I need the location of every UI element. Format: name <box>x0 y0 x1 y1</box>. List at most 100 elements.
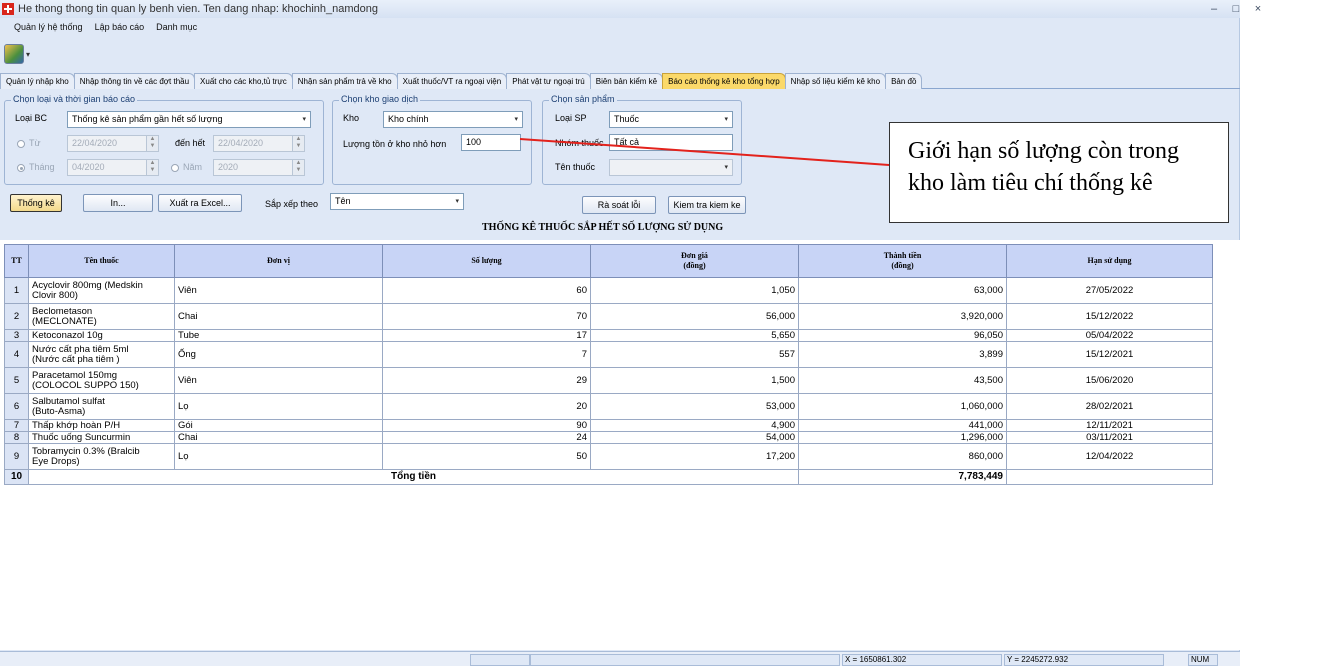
xuat-excel-button[interactable]: Xuất ra Excel... <box>158 194 242 212</box>
thanh-tien-cell[interactable]: 441,000 <box>798 419 1007 432</box>
thanh-tien-cell[interactable]: 43,500 <box>798 367 1007 394</box>
don-vi-cell[interactable]: Chai <box>174 431 383 444</box>
total-row[interactable]: 10 Tổng tiền 7,783,449 <box>4 469 1213 485</box>
spin-icon[interactable]: ▲ ▼ <box>146 160 158 175</box>
han-su-dung-cell[interactable]: 12/04/2022 <box>1006 443 1213 470</box>
ten-thuoc-cell[interactable]: Ketoconazol 10g <box>28 329 175 342</box>
so-luong-cell[interactable]: 90 <box>382 419 591 432</box>
han-su-dung-cell[interactable]: 03/11/2021 <box>1006 431 1213 444</box>
don-vi-cell[interactable]: Gói <box>174 419 383 432</box>
loai-sp-select[interactable]: Thuốc ▾ <box>609 111 733 128</box>
thanh-tien-cell[interactable]: 3,899 <box>798 341 1007 368</box>
thanh-tien-cell[interactable]: 860,000 <box>798 443 1007 470</box>
header-don-gia[interactable]: Đơn giá (đồng) <box>590 244 799 278</box>
so-luong-cell[interactable]: 7 <box>382 341 591 368</box>
tt-cell[interactable]: 2 <box>4 303 29 330</box>
tab-xuat-cho-cac-kho[interactable]: Xuất cho các kho,tủ trực <box>194 73 293 89</box>
radio-nam[interactable] <box>171 164 179 172</box>
tab-quan-ly-nhap-kho[interactable]: Quản lý nhập kho <box>0 73 75 89</box>
ten-thuoc-cell[interactable]: Beclometason (MECLONATE) <box>28 303 175 330</box>
don-gia-cell[interactable]: 1,500 <box>590 367 799 394</box>
radio-thang[interactable] <box>17 164 25 172</box>
don-vi-cell[interactable]: Lọ <box>174 393 383 420</box>
den-het-date-field[interactable]: 22/04/2020 ▲ ▼ <box>213 135 305 152</box>
table-row[interactable]: 4 Nước cất pha tiêm 5ml (Nước cất pha tiêm… <box>4 341 1213 368</box>
tools-icon[interactable] <box>4 44 24 64</box>
loai-bc-select[interactable]: Thống kê sản phẩm gần hết số lượng ▾ <box>67 111 311 128</box>
tt-cell[interactable]: 3 <box>4 329 29 342</box>
han-su-dung-cell[interactable]: 28/02/2021 <box>1006 393 1213 420</box>
thanh-tien-cell[interactable]: 1,296,000 <box>798 431 1007 444</box>
tt-cell[interactable]: 10 <box>4 469 29 485</box>
spin-icon[interactable]: ▲ ▼ <box>146 136 158 151</box>
tab-xuat-thuoc-ngoai-vien[interactable]: Xuất thuốc/VT ra ngoại viện <box>396 73 508 89</box>
han-su-dung-cell[interactable]: 15/06/2020 <box>1006 367 1213 394</box>
kho-select[interactable]: Kho chính ▾ <box>383 111 523 128</box>
don-vi-cell[interactable]: Chai <box>174 303 383 330</box>
tt-cell[interactable]: 8 <box>4 431 29 444</box>
ten-thuoc-cell[interactable]: Paracetamol 150mg (COLOCOL SUPPO 150) <box>28 367 175 394</box>
tab-bao-cao-thong-ke[interactable]: Báo cáo thống kê kho tổng hợp <box>662 73 786 89</box>
header-don-vi[interactable]: Đơn vị <box>174 244 383 278</box>
thanh-tien-cell[interactable]: 96,050 <box>798 329 1007 342</box>
so-luong-cell[interactable]: 24 <box>382 431 591 444</box>
maximize-icon[interactable]: □ <box>1227 3 1245 15</box>
tt-cell[interactable]: 5 <box>4 367 29 394</box>
han-su-dung-cell[interactable]: 27/05/2022 <box>1006 277 1213 304</box>
luong-ton-input[interactable]: 100 <box>461 134 521 151</box>
table-row[interactable]: 9 Tobramycin 0.3% (Bralcib Eye Drops) Lọ 50 1… <box>4 443 1213 470</box>
don-gia-cell[interactable]: 1,050 <box>590 277 799 304</box>
thanh-tien-cell[interactable]: 3,920,000 <box>798 303 1007 330</box>
tab-phat-vat-tu-ngoai-tru[interactable]: Phát vật tư ngoại trú <box>506 73 591 89</box>
ten-thuoc-cell[interactable]: Thuốc uống Suncurmin <box>28 431 175 444</box>
tt-cell[interactable]: 1 <box>4 277 29 304</box>
thanh-tien-cell[interactable]: 1,060,000 <box>798 393 1007 420</box>
han-su-dung-cell[interactable]: 12/11/2021 <box>1006 419 1213 432</box>
tab-nhan-san-pham-tra-ve[interactable]: Nhận sản phẩm trả về kho <box>291 73 398 89</box>
don-vi-cell[interactable]: Viên <box>174 367 383 394</box>
nam-field[interactable]: 2020 ▲ ▼ <box>213 159 305 176</box>
chevron-down-icon[interactable]: ▾ <box>26 50 30 59</box>
table-row[interactable]: 7 Thấp khớp hoàn P/H Gói 90 4,900 441,000 12/1… <box>4 419 1213 432</box>
so-luong-cell[interactable]: 70 <box>382 303 591 330</box>
minimize-icon[interactable]: – <box>1205 3 1223 15</box>
header-so-luong[interactable]: Số lượng <box>382 244 591 278</box>
tab-bien-ban-kiem-ke[interactable]: Biên bản kiểm kê <box>589 73 664 89</box>
tt-cell[interactable]: 6 <box>4 393 29 420</box>
table-row[interactable]: 8 Thuốc uống Suncurmin Chai 24 54,000 1,296,0… <box>4 431 1213 444</box>
table-row[interactable]: 5 Paracetamol 150mg (COLOCOL SUPPO 150) Viê… <box>4 367 1213 394</box>
tt-cell[interactable]: 9 <box>4 443 29 470</box>
so-luong-cell[interactable]: 29 <box>382 367 591 394</box>
don-gia-cell[interactable]: 54,000 <box>590 431 799 444</box>
thang-field[interactable]: 04/2020 ▲ ▼ <box>67 159 159 176</box>
tu-date-field[interactable]: 22/04/2020 ▲ ▼ <box>67 135 159 152</box>
spin-icon[interactable]: ▲ ▼ <box>292 160 304 175</box>
so-luong-cell[interactable]: 60 <box>382 277 591 304</box>
table-row[interactable]: 3 Ketoconazol 10g Tube 17 5,650 96,050 05/04/2… <box>4 329 1213 342</box>
close-icon[interactable]: × <box>1249 3 1267 15</box>
ra-soat-loi-button[interactable]: Rà soát lỗi <box>582 196 656 214</box>
tab-nhap-thong-tin-dot-thau[interactable]: Nhập thông tin về các đợt thầu <box>73 73 196 89</box>
radio-tu[interactable] <box>17 140 25 148</box>
don-gia-cell[interactable]: 5,650 <box>590 329 799 342</box>
header-tt[interactable]: TT <box>4 244 29 278</box>
header-ten-thuoc[interactable]: Tên thuốc <box>28 244 175 278</box>
so-luong-cell[interactable]: 50 <box>382 443 591 470</box>
thanh-tien-cell[interactable]: 63,000 <box>798 277 1007 304</box>
ten-thuoc-cell[interactable]: Acyclovir 800mg (Medskin Clovir 800) <box>28 277 175 304</box>
ten-thuoc-cell[interactable]: Salbutamol sulfat (Buto-Asma) <box>28 393 175 420</box>
table-row[interactable]: 6 Salbutamol sulfat (Buto-Asma) Lọ 20 53,000 1… <box>4 393 1213 420</box>
kiem-tra-kiem-ke-button[interactable]: Kiem tra kiem ke <box>668 196 746 214</box>
tt-cell[interactable]: 7 <box>4 419 29 432</box>
han-su-dung-cell[interactable]: 15/12/2022 <box>1006 303 1213 330</box>
so-luong-cell[interactable]: 20 <box>382 393 591 420</box>
don-vi-cell[interactable]: Tube <box>174 329 383 342</box>
don-vi-cell[interactable]: Viên <box>174 277 383 304</box>
ten-thuoc-select[interactable]: ▾ <box>609 159 733 176</box>
don-gia-cell[interactable]: 557 <box>590 341 799 368</box>
menu-quan-ly-he-thong[interactable]: Quản lý hệ thống <box>14 22 83 38</box>
header-han-su-dung[interactable]: Hạn sử dụng <box>1006 244 1213 278</box>
ten-thuoc-cell[interactable]: Nước cất pha tiêm 5ml (Nước cất pha tiêm … <box>28 341 175 368</box>
han-su-dung-cell[interactable]: 15/12/2021 <box>1006 341 1213 368</box>
han-su-dung-cell[interactable]: 05/04/2022 <box>1006 329 1213 342</box>
